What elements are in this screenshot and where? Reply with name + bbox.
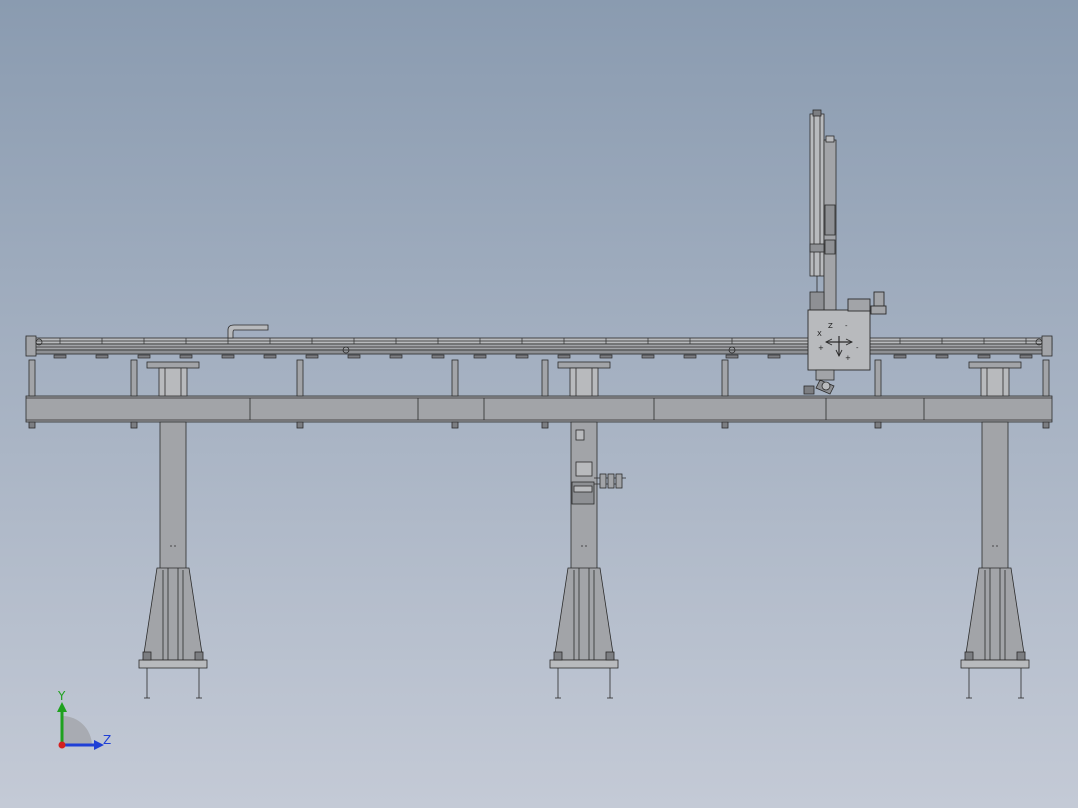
z-marking: Z [828,322,833,330]
y-axis-label: Y [57,689,66,703]
gantry-drawing: Z X + - - + Y Z [0,0,1078,808]
base-beam [25,395,1053,423]
z-axis-label: Z [103,733,111,747]
plus-marking-left: + [818,344,824,352]
plus-marking-bottom: + [845,354,851,362]
cad-viewport[interactable]: Z X + - - + Y Z [0,0,1078,808]
top-rail [25,335,1053,357]
x-marking: X [817,330,822,338]
